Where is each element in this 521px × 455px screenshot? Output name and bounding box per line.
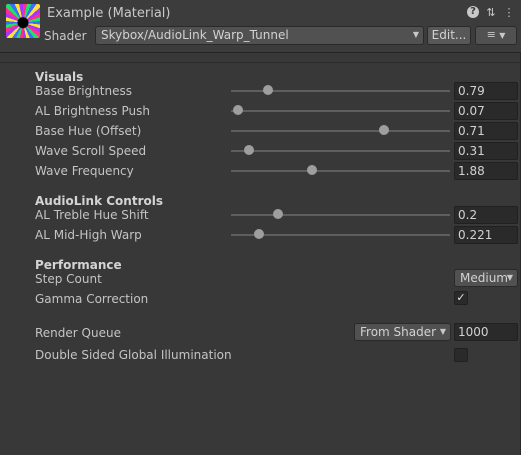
al-treble-hue-shift-field[interactable]: 0.2	[454, 206, 518, 224]
wave-frequency-field[interactable]: 1.88	[454, 162, 518, 180]
step-count-dropdown[interactable]: Medium ▼	[454, 269, 518, 287]
help-icon[interactable]: ?	[467, 6, 479, 18]
chevron-down-icon: ▼	[412, 30, 419, 39]
inspector-header: Example (Material) ? ⇅ ⋮ Shader Skybox/A…	[0, 0, 521, 53]
material-options-button[interactable]: ≡ ▼	[475, 26, 517, 45]
base-brightness-field[interactable]: 0.79	[454, 82, 518, 100]
list-icon: ≡	[486, 28, 496, 41]
wave-scroll-speed-field[interactable]: 0.31	[454, 142, 518, 160]
wave-scroll-speed-label: Wave Scroll Speed	[35, 144, 147, 158]
material-title: Example (Material)	[47, 6, 171, 21]
shader-dropdown-value: Skybox/AudioLink_Warp_Tunnel	[101, 28, 289, 42]
dsgi-label: Double Sided Global Illumination	[35, 348, 232, 362]
render-queue-mode-value: From Shader	[360, 325, 437, 339]
al-brightness-push-slider[interactable]	[231, 110, 450, 112]
wave-frequency-slider[interactable]	[231, 170, 450, 172]
render-queue-label: Render Queue	[35, 326, 121, 340]
dsgi-checkbox[interactable]	[454, 348, 468, 362]
header-divider	[0, 62, 521, 63]
render-queue-mode-dropdown[interactable]: From Shader ▼	[354, 323, 451, 341]
base-hue-slider-thumb[interactable]	[379, 125, 389, 135]
base-brightness-label: Base Brightness	[35, 84, 132, 98]
al-mid-high-warp-field[interactable]: 0.221	[454, 226, 518, 244]
base-hue-slider[interactable]	[231, 130, 450, 132]
base-hue-field[interactable]: 0.71	[454, 122, 518, 140]
al-treble-hue-shift-slider[interactable]	[231, 214, 450, 216]
step-count-value: Medium	[460, 271, 508, 285]
section-audiolink-heading: AudioLink Controls	[35, 194, 163, 208]
wave-scroll-speed-slider[interactable]	[231, 150, 450, 152]
shader-label: Shader	[44, 29, 87, 43]
base-hue-label: Base Hue (Offset)	[35, 124, 142, 138]
gamma-correction-checkbox[interactable]: ✓	[454, 291, 468, 305]
chevron-down-icon: ▼	[499, 31, 506, 40]
section-visuals-heading: Visuals	[35, 70, 84, 84]
more-options-icon[interactable]: ⋮	[503, 6, 515, 18]
al-mid-high-warp-slider-thumb[interactable]	[254, 229, 264, 239]
header-icons: ? ⇅ ⋮	[467, 6, 515, 18]
al-treble-hue-shift-label: AL Treble Hue Shift	[35, 208, 149, 222]
al-brightness-push-label: AL Brightness Push	[35, 104, 150, 118]
wave-frequency-label: Wave Frequency	[35, 164, 134, 178]
step-count-label: Step Count	[35, 272, 102, 286]
al-brightness-push-slider-thumb[interactable]	[233, 105, 243, 115]
gamma-correction-label: Gamma Correction	[35, 292, 149, 306]
base-brightness-slider-thumb[interactable]	[263, 85, 273, 95]
material-preview-thumbnail	[6, 4, 40, 38]
al-mid-high-warp-label: AL Mid-High Warp	[35, 228, 142, 242]
al-brightness-push-field[interactable]: 0.07	[454, 102, 518, 120]
render-queue-field[interactable]: 1000	[454, 323, 518, 341]
al-treble-hue-shift-slider-thumb[interactable]	[273, 209, 283, 219]
section-performance-heading: Performance	[35, 258, 122, 272]
wave-scroll-speed-slider-thumb[interactable]	[244, 145, 254, 155]
wave-frequency-slider-thumb[interactable]	[307, 165, 317, 175]
shader-dropdown[interactable]: Skybox/AudioLink_Warp_Tunnel ▼	[95, 26, 424, 45]
chevron-down-icon: ▼	[439, 327, 446, 336]
presets-icon[interactable]: ⇅	[485, 6, 497, 18]
edit-shader-button[interactable]: Edit...	[427, 26, 471, 45]
chevron-down-icon: ▼	[506, 273, 513, 282]
